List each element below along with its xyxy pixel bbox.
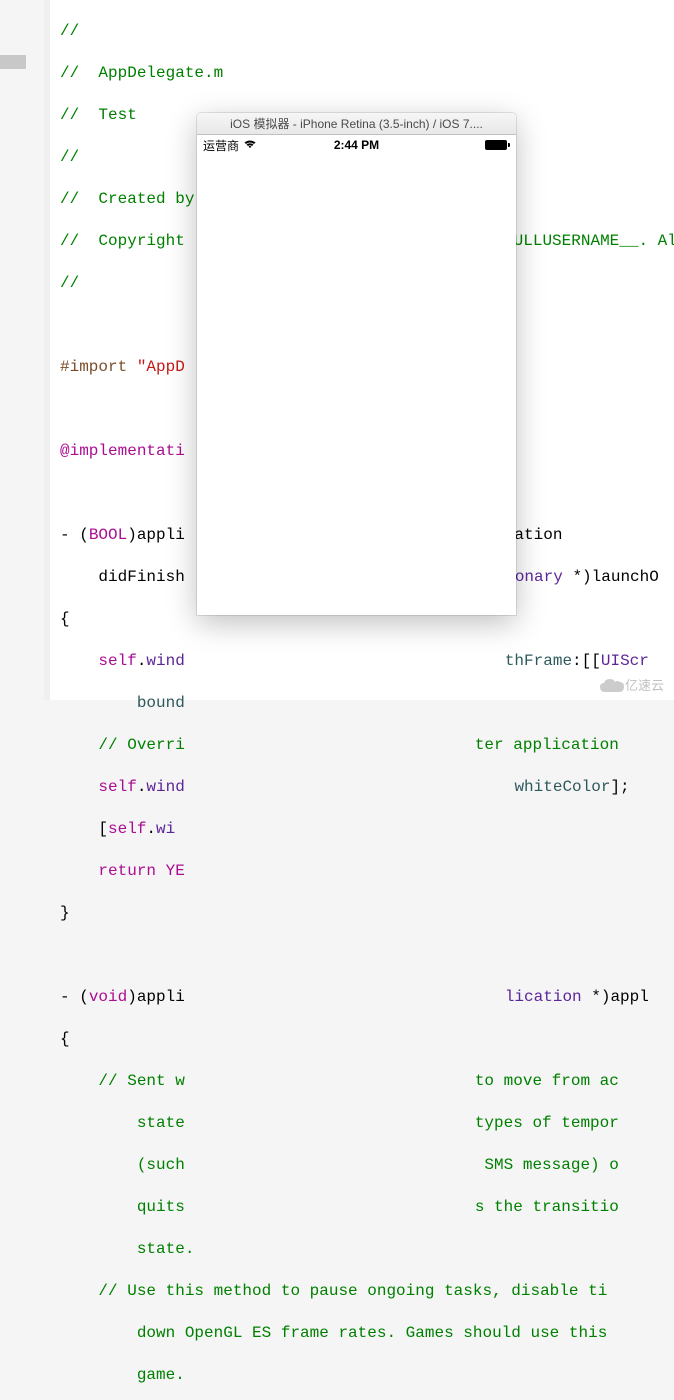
code-string: "AppD <box>137 358 185 376</box>
code-comment: // <box>60 274 79 292</box>
code-comment: // <box>60 22 79 40</box>
wifi-icon <box>243 138 257 152</box>
code-preproc: #import <box>60 358 127 376</box>
editor-gutter <box>0 0 44 700</box>
code-comment: FULLUSERNAME__. All rights r <box>504 232 674 250</box>
code-comment: // Test <box>60 106 137 124</box>
code-type: BOOL <box>89 526 127 544</box>
battery-icon <box>485 140 510 150</box>
ios-status-bar: 运营商 2:44 PM <box>197 135 516 155</box>
watermark: 亿速云 <box>599 675 664 694</box>
gutter-marker <box>0 55 26 69</box>
watermark-text: 亿速云 <box>625 675 664 694</box>
gutter-divider <box>44 0 50 700</box>
code-comment: // AppDelegate.m <box>60 64 223 82</box>
simulator-screen[interactable] <box>197 155 516 615</box>
code-comment: // <box>60 148 79 166</box>
clock-label: 2:44 PM <box>334 138 379 152</box>
simulator-titlebar[interactable]: iOS 模拟器 - iPhone Retina (3.5-inch) / iOS… <box>197 113 516 135</box>
carrier-label: 运营商 <box>203 137 239 154</box>
code-keyword: @implementati <box>60 442 185 460</box>
simulator-title: iOS 模拟器 - iPhone Retina (3.5-inch) / iOS… <box>230 115 483 132</box>
ios-simulator-window[interactable]: iOS 模拟器 - iPhone Retina (3.5-inch) / iOS… <box>197 113 516 615</box>
cloud-icon <box>599 678 621 692</box>
